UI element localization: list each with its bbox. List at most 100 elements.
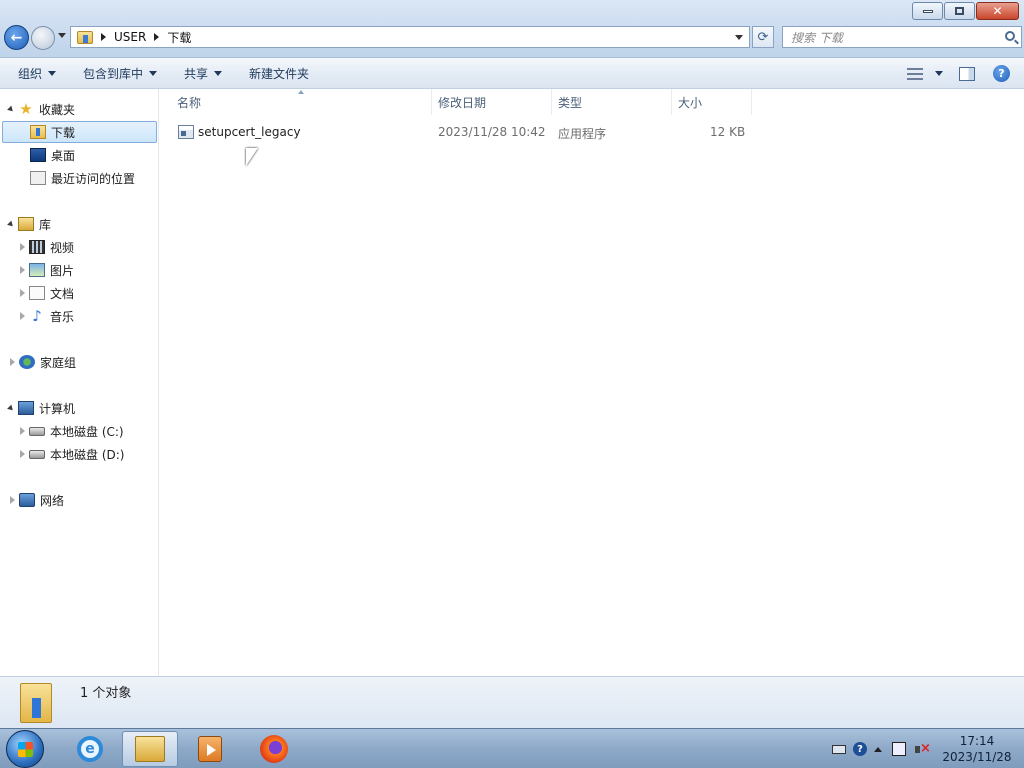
taskbar-firefox[interactable] <box>246 731 302 767</box>
network-icon <box>19 493 35 507</box>
restore-button[interactable] <box>944 2 975 20</box>
nav-item-pictures[interactable]: 图片 <box>20 259 74 281</box>
nav-item-label: 文档 <box>50 286 75 301</box>
expand-icon[interactable] <box>7 220 15 228</box>
back-arrow-icon: ← <box>10 29 23 46</box>
file-row[interactable]: setupcert_legacy 2023/11/28 10:42 应用程序 1… <box>160 121 760 143</box>
collapsed-arrow-icon[interactable] <box>20 289 25 297</box>
close-button[interactable]: ✕ <box>976 2 1019 20</box>
network-status-icon[interactable] <box>892 742 906 756</box>
nav-network[interactable]: 网络 <box>10 489 64 511</box>
include-in-library-label: 包含到库中 <box>83 66 144 81</box>
taskbar-internet-explorer[interactable]: e <box>62 731 118 767</box>
column-header-size[interactable]: 大小 <box>672 89 752 115</box>
refresh-icon: ⟳ <box>757 29 769 45</box>
command-bar: 组织 包含到库中 共享 新建文件夹 ? <box>0 58 1024 89</box>
share-menu[interactable]: 共享 <box>175 61 231 85</box>
expand-icon[interactable] <box>7 404 15 412</box>
share-label: 共享 <box>184 66 209 81</box>
nav-item-videos[interactable]: 视频 <box>20 236 74 258</box>
nav-computer[interactable]: 计算机 <box>7 397 76 419</box>
collapsed-arrow-icon[interactable] <box>20 450 25 458</box>
volume-muted-icon[interactable] <box>913 741 931 756</box>
breadcrumb-user[interactable]: USER <box>114 30 146 44</box>
navigation-pane: ★ 收藏夹 下载 桌面 最近访问的位置 库 视频 图片 文档 ♪ 音乐 家庭组 … <box>0 89 159 676</box>
address-history-dropdown[interactable] <box>735 35 743 40</box>
keyboard-icon[interactable] <box>832 744 846 754</box>
nav-item-desktop[interactable]: 桌面 <box>30 144 75 166</box>
collapsed-arrow-icon[interactable] <box>20 427 25 435</box>
column-header-type[interactable]: 类型 <box>552 89 672 115</box>
file-name: setupcert_legacy <box>198 125 301 139</box>
breadcrumb-separator-icon[interactable] <box>101 33 106 41</box>
collapsed-arrow-icon[interactable] <box>10 496 15 504</box>
music-note-icon: ♪ <box>32 307 42 325</box>
address-bar[interactable]: USER 下载 <box>70 26 750 48</box>
expand-icon[interactable] <box>7 105 15 113</box>
nav-item-label: 本地磁盘 (C:) <box>50 424 124 439</box>
file-modified: 2023/11/28 10:42 <box>438 125 546 139</box>
restore-icon <box>955 7 964 15</box>
minimize-icon <box>922 9 933 13</box>
nav-favorites-label: 收藏夹 <box>39 102 76 117</box>
organize-menu[interactable]: 组织 <box>9 61 65 85</box>
nav-item-drive-c[interactable]: 本地磁盘 (C:) <box>20 420 124 442</box>
preview-pane-icon[interactable] <box>959 66 975 81</box>
column-header-name[interactable]: 名称 <box>160 89 432 115</box>
taskbar: e ? 17:14 2023/11/28 <box>0 728 1024 768</box>
breadcrumb-downloads[interactable]: 下载 <box>167 29 191 46</box>
search-icon[interactable] <box>1005 31 1015 41</box>
collapsed-arrow-icon[interactable] <box>20 243 25 251</box>
breadcrumb-separator-icon[interactable] <box>154 33 160 41</box>
nav-item-downloads[interactable]: 下载 <box>2 121 157 143</box>
nav-item-recent-places[interactable]: 最近访问的位置 <box>30 167 135 189</box>
help-icon[interactable]: ? <box>993 65 1010 82</box>
include-in-library-menu[interactable]: 包含到库中 <box>74 61 166 85</box>
nav-item-drive-d[interactable]: 本地磁盘 (D:) <box>20 443 124 465</box>
collapsed-arrow-icon[interactable] <box>20 312 25 320</box>
documents-icon <box>29 286 45 300</box>
new-folder-label: 新建文件夹 <box>249 66 310 81</box>
taskbar-media-player[interactable] <box>182 731 238 767</box>
nav-favorites[interactable]: ★ 收藏夹 <box>7 98 76 120</box>
nav-item-label: 本地磁盘 (D:) <box>50 447 125 462</box>
nav-item-label: 视频 <box>50 240 75 255</box>
recent-pages-dropdown[interactable] <box>58 33 66 38</box>
search-box[interactable]: 搜索 下载 <box>782 26 1022 48</box>
hard-drive-icon <box>29 426 45 436</box>
item-count: 1 个对象 <box>80 686 132 701</box>
minimize-button[interactable] <box>912 2 943 20</box>
star-icon: ★ <box>19 100 33 118</box>
help-icon[interactable]: ? <box>853 742 867 756</box>
nav-computer-label: 计算机 <box>39 401 76 416</box>
nav-item-documents[interactable]: 文档 <box>20 282 74 304</box>
clock-time: 17:14 <box>959 734 995 748</box>
forward-button[interactable] <box>31 26 55 50</box>
clock[interactable]: 17:14 2023/11/28 <box>934 733 1020 765</box>
libraries-icon <box>18 217 34 231</box>
show-hidden-icons[interactable] <box>874 746 882 752</box>
refresh-button[interactable]: ⟳ <box>752 26 774 48</box>
back-button[interactable]: ← <box>4 25 29 50</box>
taskbar-windows-explorer[interactable] <box>122 731 178 767</box>
nav-homegroup[interactable]: 家庭组 <box>10 351 76 373</box>
file-size: 12 KB <box>710 125 746 139</box>
nav-libraries[interactable]: 库 <box>7 213 51 235</box>
chevron-down-icon <box>48 70 57 76</box>
firefox-icon <box>260 735 288 763</box>
start-button[interactable] <box>6 730 44 768</box>
downloads-folder-icon <box>77 30 93 44</box>
views-dropdown-icon[interactable] <box>935 71 943 76</box>
new-folder-button[interactable]: 新建文件夹 <box>240 61 318 85</box>
homegroup-icon <box>19 355 35 369</box>
media-player-icon <box>198 736 222 762</box>
change-view-icon[interactable] <box>907 67 923 80</box>
collapsed-arrow-icon[interactable] <box>10 358 15 366</box>
collapsed-arrow-icon[interactable] <box>20 266 25 274</box>
nav-item-label: 图片 <box>50 263 75 278</box>
nav-item-music[interactable]: ♪ 音乐 <box>20 305 74 327</box>
recent-places-icon <box>30 171 46 185</box>
file-type: 应用程序 <box>558 127 607 141</box>
column-header-date[interactable]: 修改日期 <box>432 89 552 115</box>
organize-label: 组织 <box>18 66 43 81</box>
